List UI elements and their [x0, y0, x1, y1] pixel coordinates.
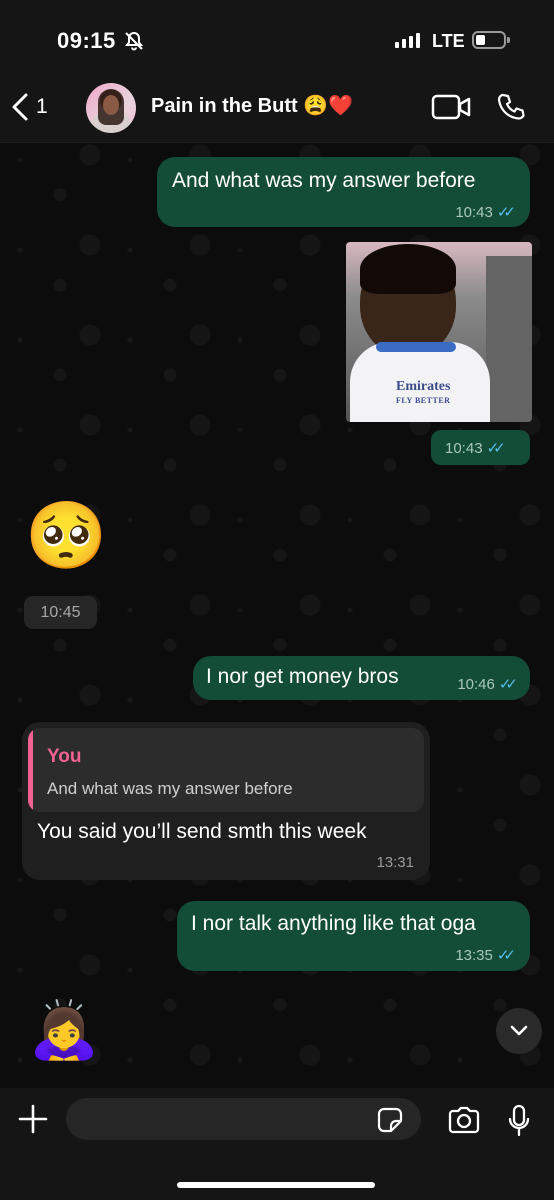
- unread-count: 1: [36, 95, 48, 118]
- photo-message[interactable]: Emirates FLY BETTER: [346, 242, 532, 422]
- contact-name-emojis: 😩❤️: [303, 95, 354, 117]
- quote-text: And what was my answer before: [47, 779, 293, 798]
- message-time: 13:31: [376, 854, 414, 871]
- read-ticks-icon: ✓✓: [496, 947, 516, 964]
- contact-avatar[interactable]: [86, 83, 136, 133]
- chevron-down-icon: [510, 1025, 528, 1036]
- network-label: LTE: [432, 31, 465, 51]
- message-meta: 13:35 ✓✓: [455, 946, 516, 965]
- video-camera-icon: [431, 94, 471, 120]
- shirt-sponsor-text: Emirates FLY BETTER: [396, 380, 450, 408]
- back-button[interactable]: 1: [10, 92, 48, 122]
- message-meta: 13:31: [376, 854, 414, 871]
- incoming-message[interactable]: You And what was my answer before You sa…: [22, 722, 430, 880]
- voice-call-button[interactable]: [496, 92, 526, 127]
- message-meta: 10:46 ✓✓: [457, 675, 518, 694]
- message-text: And what was my answer before: [172, 169, 476, 192]
- status-bar: 09:15 LTE: [0, 0, 554, 80]
- silent-bell-icon: [124, 31, 144, 56]
- message-time: 10:43: [455, 203, 493, 221]
- outgoing-message[interactable]: I nor talk anything like that oga 13:35 …: [177, 901, 530, 971]
- microphone-icon: [508, 1104, 530, 1137]
- chat-header: 1 Pain in the Butt 😩❤️: [0, 80, 554, 143]
- contact-name-text: Pain in the Butt: [151, 95, 298, 117]
- message-time: 10:45: [24, 596, 97, 629]
- video-call-button[interactable]: [431, 93, 471, 126]
- battery-icon: [472, 31, 510, 49]
- message-input[interactable]: [66, 1098, 421, 1140]
- message-meta: 10:43 ✓✓: [445, 439, 506, 458]
- message-meta: 10:43 ✓✓: [455, 203, 516, 222]
- sticker-button[interactable]: [377, 1107, 403, 1138]
- camera-button[interactable]: [447, 1106, 481, 1139]
- clock: 09:15: [57, 28, 116, 53]
- microphone-button[interactable]: [507, 1104, 531, 1143]
- contact-name[interactable]: Pain in the Butt 😩❤️: [151, 93, 353, 118]
- photo-text-2: FLY BETTER: [396, 396, 451, 405]
- message-text: I nor get money bros: [206, 665, 399, 688]
- pleading-face-emoji[interactable]: 🥺: [25, 502, 107, 568]
- sticker-icon: [377, 1107, 403, 1133]
- phone-icon: [497, 93, 525, 120]
- photo-timestamp: 10:43 ✓✓: [431, 430, 530, 465]
- attach-button[interactable]: [17, 1103, 49, 1140]
- outgoing-message[interactable]: And what was my answer before 10:43 ✓✓: [157, 157, 530, 227]
- plus-icon: [18, 1104, 48, 1134]
- photo-text-1: Emirates: [396, 379, 451, 394]
- message-time: 13:35: [455, 946, 493, 964]
- quoted-message[interactable]: You And what was my answer before: [28, 728, 424, 812]
- composer-bar: [0, 1088, 554, 1200]
- scroll-to-bottom-button[interactable]: [496, 1008, 542, 1054]
- home-indicator: [177, 1182, 375, 1188]
- chevron-left-icon: [12, 93, 28, 121]
- message-time: 10:46: [457, 675, 495, 693]
- read-ticks-icon: ✓✓: [486, 440, 506, 457]
- read-ticks-icon: ✓✓: [498, 676, 518, 693]
- bowing-woman-emoji[interactable]: 🙇‍♀️: [29, 1002, 99, 1058]
- camera-icon: [448, 1106, 480, 1134]
- quote-author: You: [47, 746, 82, 767]
- message-text: I nor talk anything like that oga: [191, 912, 476, 935]
- outgoing-message[interactable]: I nor get money bros 10:46 ✓✓: [193, 656, 530, 700]
- signal-icon: [395, 33, 420, 48]
- message-text: You said you’ll send smth this week: [37, 820, 367, 843]
- read-ticks-icon: ✓✓: [496, 204, 516, 221]
- message-time: 10:43: [445, 439, 483, 457]
